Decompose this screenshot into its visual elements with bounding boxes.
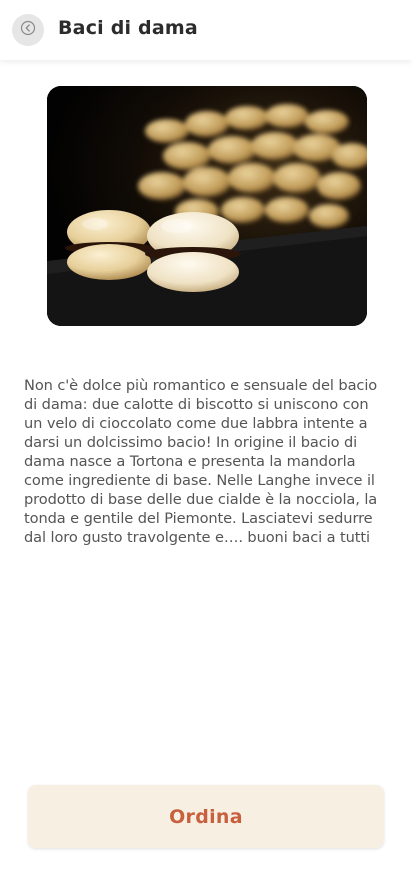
recipe-description: Non c'è dolce più romantico e sensuale d… xyxy=(24,377,378,546)
back-arrow-icon xyxy=(20,20,36,40)
back-button[interactable] xyxy=(12,14,44,46)
order-button-label: Ordina xyxy=(169,805,243,828)
page-title: Baci di dama xyxy=(58,17,198,39)
order-button[interactable]: Ordina xyxy=(28,785,384,848)
recipe-photo xyxy=(47,86,367,326)
app-screen: Baci di dama Non c'è dolce più romantico… xyxy=(0,0,412,870)
top-app-bar: Baci di dama xyxy=(0,0,412,60)
